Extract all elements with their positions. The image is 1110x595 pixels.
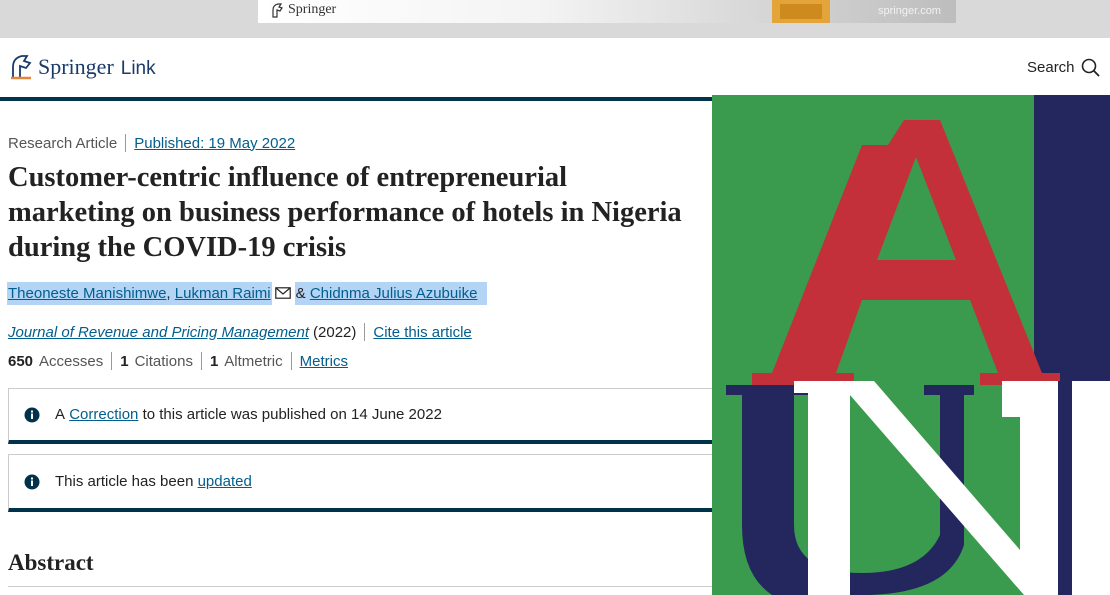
search-label: Search [1027,59,1075,76]
author-link[interactable]: Chidnma Julius Azubuike [310,285,478,302]
citations-label: Citations [134,352,193,370]
journal-link[interactable]: Journal of Revenue and Pricing Managemen… [8,324,309,341]
author-link[interactable]: Lukman Raimi [175,285,271,302]
brand-name: Springer [38,54,114,79]
title-line: Customer-centric influence of entreprene… [8,162,568,193]
author-highlight: Theoneste Manishimwe, Lukman Raimi [7,281,272,305]
info-icon [24,474,40,489]
title-line: marketing on business performance of hot… [8,197,682,228]
logo-graphic [712,95,1110,595]
springer-horse-icon [11,55,32,80]
article-title: Customer-centric influence of entreprene… [8,160,718,265]
title-line: during the COVID-19 crisis [8,232,347,263]
divider [111,352,113,370]
metrics-link[interactable]: Metrics [300,353,348,370]
mail-icon[interactable] [274,287,291,299]
altmetric-count: 1 [209,352,219,370]
ad-site-link[interactable]: springer.com [878,5,941,17]
springer-link-logo[interactable]: Springer Link [8,54,156,80]
brand-suffix: Link [120,58,156,79]
correction-prefix: A [55,406,66,423]
correction-text: to this article was published on 14 June… [142,406,442,423]
divider [290,352,292,370]
ad-logo-text: Springer [288,2,337,17]
institution-logo-image [712,95,1110,595]
correction-link[interactable]: Correction [69,406,138,423]
header-rule [0,97,712,101]
ad-banner[interactable] [258,0,956,23]
abstract-rule [8,586,712,587]
info-icon [24,407,40,422]
author-highlight: & Chidnma Julius Azubuike [294,281,487,305]
divider [125,134,127,152]
author-list: Theoneste Manishimwe, Lukman Raimi & Chi… [7,281,487,305]
search-icon [1081,58,1100,77]
search-button[interactable]: Search [1027,58,1100,77]
author-link[interactable]: Theoneste Manishimwe [8,285,166,302]
accesses-label: Accesses [39,352,104,370]
ad-strip: Springer springer.com [0,0,1110,38]
cite-article-link[interactable]: Cite this article [373,324,471,341]
ad-logo[interactable]: Springer [270,2,336,18]
article-meta: Research Article Published: 19 May 2022 [8,134,295,152]
altmetric-label: Altmetric [224,352,283,370]
abstract-heading: Abstract [8,550,94,575]
updated-link[interactable]: updated [198,473,252,490]
springer-horse-icon [272,2,283,18]
correction-notice: A Correction to this article was publish… [8,388,712,444]
citations-count: 1 [120,352,129,370]
updated-text: This article has been [55,473,194,490]
accesses-count: 650 [8,352,34,370]
journal-info: Journal of Revenue and Pricing Managemen… [8,323,472,341]
article-type: Research Article [8,134,118,152]
divider [364,323,366,341]
article-metrics: 650 Accesses 1 Citations 1 Altmetric Met… [8,352,348,370]
divider [200,352,202,370]
ad-book-cover [772,0,830,23]
site-header: Springer Link Search [0,38,1110,98]
published-date-link[interactable]: Published: 19 May 2022 [134,135,295,152]
updated-notice: This article has been updated [8,454,712,512]
journal-year: (2022) [313,323,357,341]
